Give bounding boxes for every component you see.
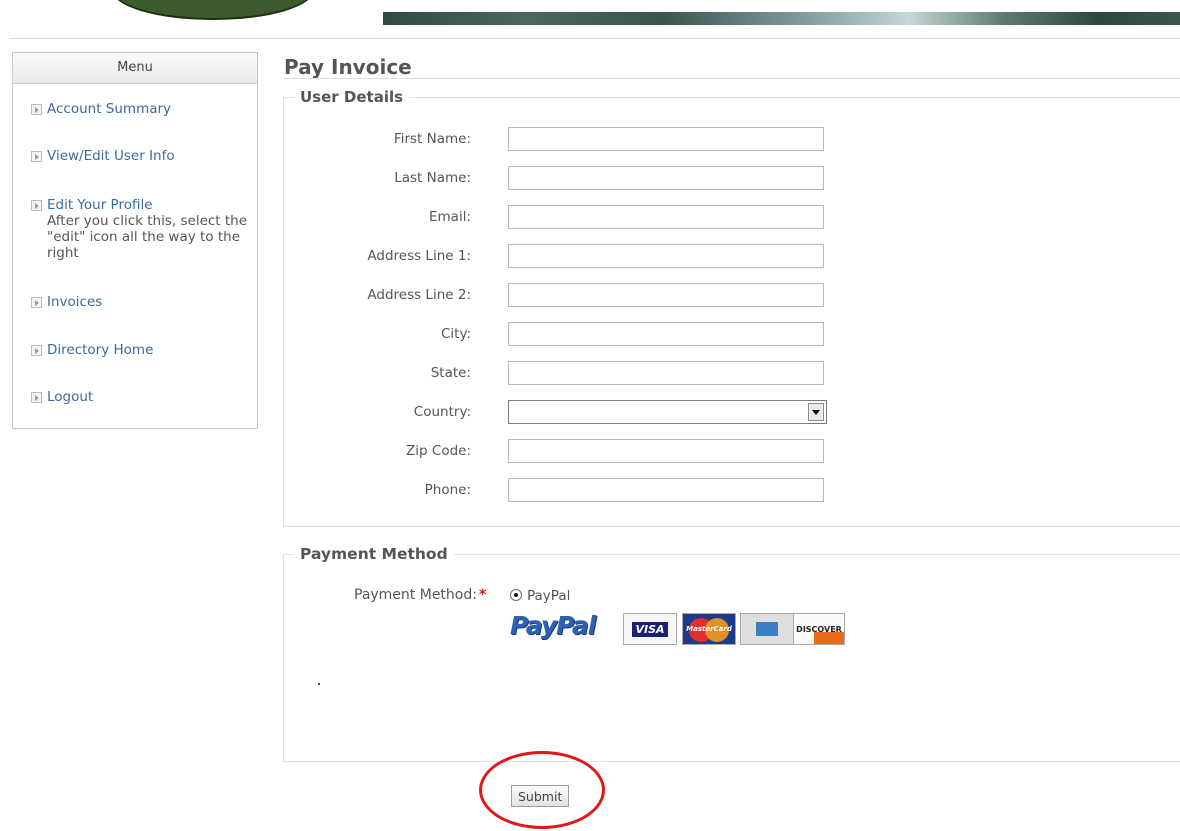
chevron-down-icon[interactable]: [808, 403, 824, 421]
menu-item-directory-home[interactable]: Directory Home: [31, 342, 253, 358]
visa-card-text: VISA: [632, 621, 668, 637]
menu-item-edit-profile[interactable]: Edit Your Profile After you click this, …: [31, 197, 253, 261]
address-line-2-label: Address Line 2:: [367, 287, 471, 303]
first-name-label: First Name:: [393, 131, 471, 147]
mastercard-icon: MasterCard: [682, 613, 736, 645]
page-title: Pay Invoice: [284, 55, 412, 79]
mastercard-text: MasterCard: [686, 625, 732, 633]
arrow-icon: [31, 200, 42, 211]
country-row: Country:: [284, 400, 844, 426]
country-select[interactable]: [508, 400, 827, 424]
menu-title: Menu: [13, 53, 257, 84]
visa-card-icon: VISA: [623, 613, 677, 645]
menu-item-logout[interactable]: Logout: [31, 389, 253, 405]
sidebar-menu: Menu Account Summary View/Edit User Info…: [12, 52, 258, 429]
title-divider: [284, 78, 1180, 79]
payment-method-section: Payment Method Payment Method: * PayPal P…: [283, 545, 1180, 762]
user-details-legend: User Details: [294, 88, 410, 106]
address-line-1-label: Address Line 1:: [367, 248, 471, 264]
menu-link[interactable]: Account Summary: [47, 101, 253, 117]
state-label: State:: [430, 365, 471, 381]
header-banner-image: [383, 12, 1180, 25]
paypal-logo: PayPal: [510, 611, 596, 640]
paypal-radio-label[interactable]: PayPal: [527, 588, 570, 604]
paypal-radio[interactable]: [510, 589, 522, 601]
first-name-input[interactable]: [508, 127, 824, 151]
first-name-row: First Name:: [284, 127, 844, 153]
arrow-icon: [31, 104, 42, 115]
state-row: State:: [284, 361, 844, 387]
payment-method-label: Payment Method: *: [354, 587, 486, 603]
required-marker: *: [478, 587, 487, 603]
zip-code-label: Zip Code:: [406, 443, 471, 459]
phone-label: Phone:: [424, 482, 471, 498]
arrow-icon: [31, 297, 42, 308]
menu-link[interactable]: Edit Your Profile: [47, 197, 253, 213]
arrow-icon: [31, 345, 42, 356]
email-input[interactable]: [508, 205, 824, 229]
email-label: Email:: [428, 209, 471, 225]
header-divider: [10, 38, 1180, 39]
menu-item-view-edit-user-info[interactable]: View/Edit User Info: [31, 148, 253, 164]
site-logo: [112, 0, 314, 20]
address-line-1-row: Address Line 1:: [284, 244, 844, 270]
menu-item-invoices[interactable]: Invoices: [31, 294, 253, 310]
payment-method-label-text: Payment Method:: [354, 587, 477, 603]
menu-item-note: After you click this, select the "edit" …: [47, 213, 248, 261]
menu-link[interactable]: View/Edit User Info: [47, 148, 253, 164]
arrow-icon: [31, 392, 42, 403]
city-row: City:: [284, 322, 844, 348]
menu-link[interactable]: Directory Home: [47, 342, 253, 358]
arrow-icon: [31, 151, 42, 162]
discover-card-icon: DISCOVER: [793, 613, 845, 645]
menu-link[interactable]: Invoices: [47, 294, 253, 310]
submit-button[interactable]: Submit: [511, 785, 570, 807]
country-label: Country:: [413, 404, 471, 420]
user-details-section: User Details First Name: Last Name: Emai…: [283, 88, 1180, 527]
last-name-input[interactable]: [508, 166, 824, 190]
email-row: Email:: [284, 205, 844, 231]
zip-code-input[interactable]: [508, 439, 824, 463]
address-line-2-row: Address Line 2:: [284, 283, 844, 309]
state-input[interactable]: [508, 361, 824, 385]
city-label: City:: [440, 326, 471, 342]
amex-card-icon: [740, 613, 794, 645]
address-line-2-input[interactable]: [508, 283, 824, 307]
last-name-label: Last Name:: [394, 170, 471, 186]
city-input[interactable]: [508, 322, 824, 346]
phone-row: Phone:: [284, 478, 844, 504]
phone-input[interactable]: [508, 478, 824, 502]
menu-link[interactable]: Logout: [47, 389, 253, 405]
address-line-1-input[interactable]: [508, 244, 824, 268]
stray-dot: [318, 683, 320, 685]
zip-code-row: Zip Code:: [284, 439, 844, 465]
menu-item-account-summary[interactable]: Account Summary: [31, 101, 253, 117]
last-name-row: Last Name:: [284, 166, 844, 192]
discover-card-text: DISCOVER: [796, 624, 842, 634]
payment-method-legend: Payment Method: [294, 545, 454, 563]
